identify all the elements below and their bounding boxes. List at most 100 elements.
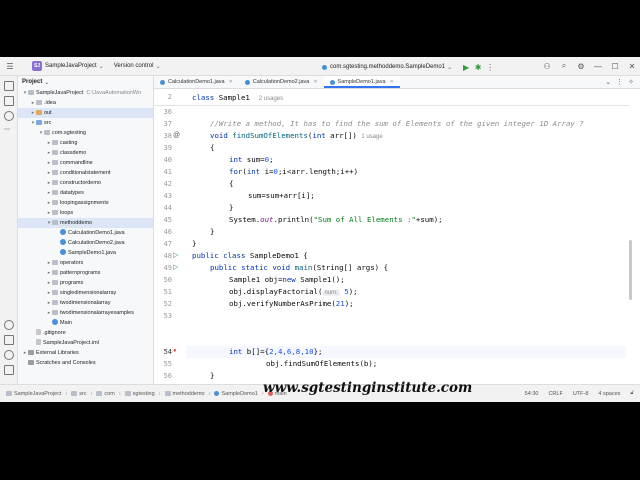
project-panel-header[interactable]: Project ⌄ [18, 76, 153, 88]
breadcrumb-item[interactable]: src [71, 391, 87, 397]
line-number[interactable]: 40 [154, 156, 172, 164]
line-number[interactable]: 44 [154, 204, 172, 212]
run-configuration[interactable]: com.sgtesting.methoddemo.SampleDemo1 ⌄ ▶… [322, 61, 496, 73]
tree-item[interactable]: ▸ twodimensionalarrayexamples [18, 308, 153, 318]
vcs-widget[interactable]: Version control [114, 63, 154, 69]
line-number[interactable]: 36 [154, 108, 172, 116]
more-tools-icon[interactable]: ⋯ [4, 126, 14, 136]
code-editor[interactable]: 2 36 37 38 39 40 41 42 43 44 45 46 47 48 49 50 51 52 53 54 5… [154, 90, 640, 384]
tree-item[interactable]: ▸ loops [18, 208, 153, 218]
line-number[interactable]: 38 [154, 132, 172, 140]
tree-item[interactable]: ▸ datatypes [18, 188, 153, 198]
line-number[interactable]: 2 [154, 93, 172, 101]
project-tool-icon[interactable] [4, 81, 14, 91]
tree-item[interactable]: ▸ patternprograms [18, 268, 153, 278]
line-number[interactable]: 56 [154, 372, 172, 380]
tree-item[interactable]: ▸ loopingassignments [18, 198, 153, 208]
commit-tool-icon[interactable] [4, 96, 14, 106]
tree-item[interactable]: Main [18, 318, 153, 328]
scroll-thumb[interactable] [629, 240, 632, 300]
tree-item[interactable]: ▸ External Libraries [18, 348, 153, 358]
close-icon[interactable]: ✕ [313, 79, 317, 85]
search-icon[interactable]: ⌕ [558, 60, 570, 72]
settings-icon[interactable]: ⚙ [575, 60, 587, 72]
tab-calculationdemo2[interactable]: CalculationDemo2.java ✕ [239, 76, 324, 88]
debug-icon[interactable]: ✱ [472, 61, 484, 73]
line-number[interactable]: 37 [154, 120, 172, 128]
services-icon[interactable] [4, 320, 14, 330]
ai-assistant-icon[interactable]: ✧ [628, 78, 634, 86]
project-name[interactable]: SampleJavaProject [45, 63, 97, 69]
line-ending[interactable]: CRLF [548, 391, 562, 397]
line-number[interactable]: 55 [154, 360, 172, 368]
run-class-icon[interactable]: ▷ [173, 252, 180, 259]
line-number[interactable]: 53 [154, 312, 172, 320]
more-icon[interactable]: ⋮ [484, 61, 496, 73]
line-number[interactable]: 48 [154, 252, 172, 260]
tree-item[interactable]: ▸ casting [18, 138, 153, 148]
collab-icon[interactable]: ⚇ [541, 60, 553, 72]
more-icon[interactable]: ⋮ [616, 78, 623, 86]
tree-item[interactable]: ▸ operators [18, 258, 153, 268]
close-icon[interactable]: ✕ [229, 79, 233, 85]
tree-item[interactable]: CalculationDemo2.java [18, 238, 153, 248]
line-number[interactable]: 52 [154, 300, 172, 308]
tree-item[interactable]: ▾ methoddemo [18, 218, 153, 228]
usages-hint[interactable]: 2 usages [259, 96, 283, 102]
tree-item[interactable]: ▸ out [18, 108, 153, 118]
indent-setting[interactable]: 4 spaces [598, 391, 620, 397]
tree-item[interactable]: ▾ SampleJavaProject C:\JavaAutomationWo [18, 88, 153, 98]
tree-item[interactable]: CalculationDemo1.java [18, 228, 153, 238]
usages-hint[interactable]: 1 usage [361, 134, 382, 140]
breadcrumb-item[interactable]: methoddemo [164, 391, 205, 397]
run-main-icon[interactable]: ▷ [173, 264, 180, 271]
line-number[interactable]: 50 [154, 276, 172, 284]
breadcrumb-item[interactable]: SampleJavaProject [6, 391, 61, 397]
terminal-icon[interactable] [4, 335, 14, 345]
line-number[interactable]: 43 [154, 192, 172, 200]
tree-item[interactable]: Scratches and Consoles [18, 358, 153, 368]
line-number[interactable]: 41 [154, 168, 172, 176]
tree-item[interactable]: ▸ commandline [18, 158, 153, 168]
editor-scrollbar[interactable] [629, 90, 632, 384]
maximize-icon[interactable]: ☐ [609, 60, 621, 72]
line-number[interactable]: 49 [154, 264, 172, 272]
bulb-icon[interactable]: ● [173, 348, 180, 355]
chevron-down-icon[interactable]: ⌄ [605, 78, 611, 86]
tab-sampledemo1[interactable]: SampleDemo1.java ✕ [323, 76, 400, 88]
line-number[interactable]: 47 [154, 240, 172, 248]
close-icon[interactable]: ✕ [390, 79, 394, 85]
line-number[interactable]: 42 [154, 180, 172, 188]
tree-item[interactable]: ▾ com.sgtesting [18, 128, 153, 138]
hamburger-icon[interactable]: ☰ [4, 60, 16, 72]
breadcrumb-item[interactable]: sgtesting [124, 391, 155, 397]
close-icon[interactable]: ✕ [626, 60, 638, 72]
encoding[interactable]: UTF-8 [573, 391, 589, 397]
caret-position[interactable]: 54:30 [525, 391, 539, 397]
tree-item[interactable]: ▸ classdemo [18, 148, 153, 158]
tab-calculationdemo1[interactable]: CalculationDemo1.java ✕ [154, 76, 239, 88]
lock-icon[interactable]: 🔓︎ [630, 390, 634, 397]
problems-icon[interactable] [4, 350, 14, 360]
tree-item[interactable]: ▸ singledimensionalarray [18, 288, 153, 298]
implementation-at-icon[interactable]: @ [173, 132, 180, 139]
breadcrumb-item[interactable]: SampleDemo1 [214, 391, 258, 397]
line-number[interactable]: 39 [154, 144, 172, 152]
tree-item[interactable]: ▸ programs [18, 278, 153, 288]
git-icon[interactable] [4, 365, 14, 375]
tree-item[interactable]: ▾ src [18, 118, 153, 128]
line-number[interactable]: 46 [154, 228, 172, 236]
tree-item[interactable]: ▸ constructordemo [18, 178, 153, 188]
structure-tool-icon[interactable] [4, 111, 14, 121]
line-number[interactable]: 54 [154, 348, 172, 356]
breadcrumb-item[interactable]: com [96, 391, 115, 397]
line-number[interactable]: 45 [154, 216, 172, 224]
tree-item[interactable]: ▸ conditionalstatement [18, 168, 153, 178]
tree-item[interactable]: SampleJavaProject.iml [18, 338, 153, 348]
run-icon[interactable]: ▶ [460, 61, 472, 73]
tree-item[interactable]: ▸ twodimensionalarray [18, 298, 153, 308]
tree-item[interactable]: SampleDemo1.java [18, 248, 153, 258]
tree-item[interactable]: ▸ .idea [18, 98, 153, 108]
line-number[interactable]: 51 [154, 288, 172, 296]
minimize-icon[interactable]: — [592, 60, 604, 72]
